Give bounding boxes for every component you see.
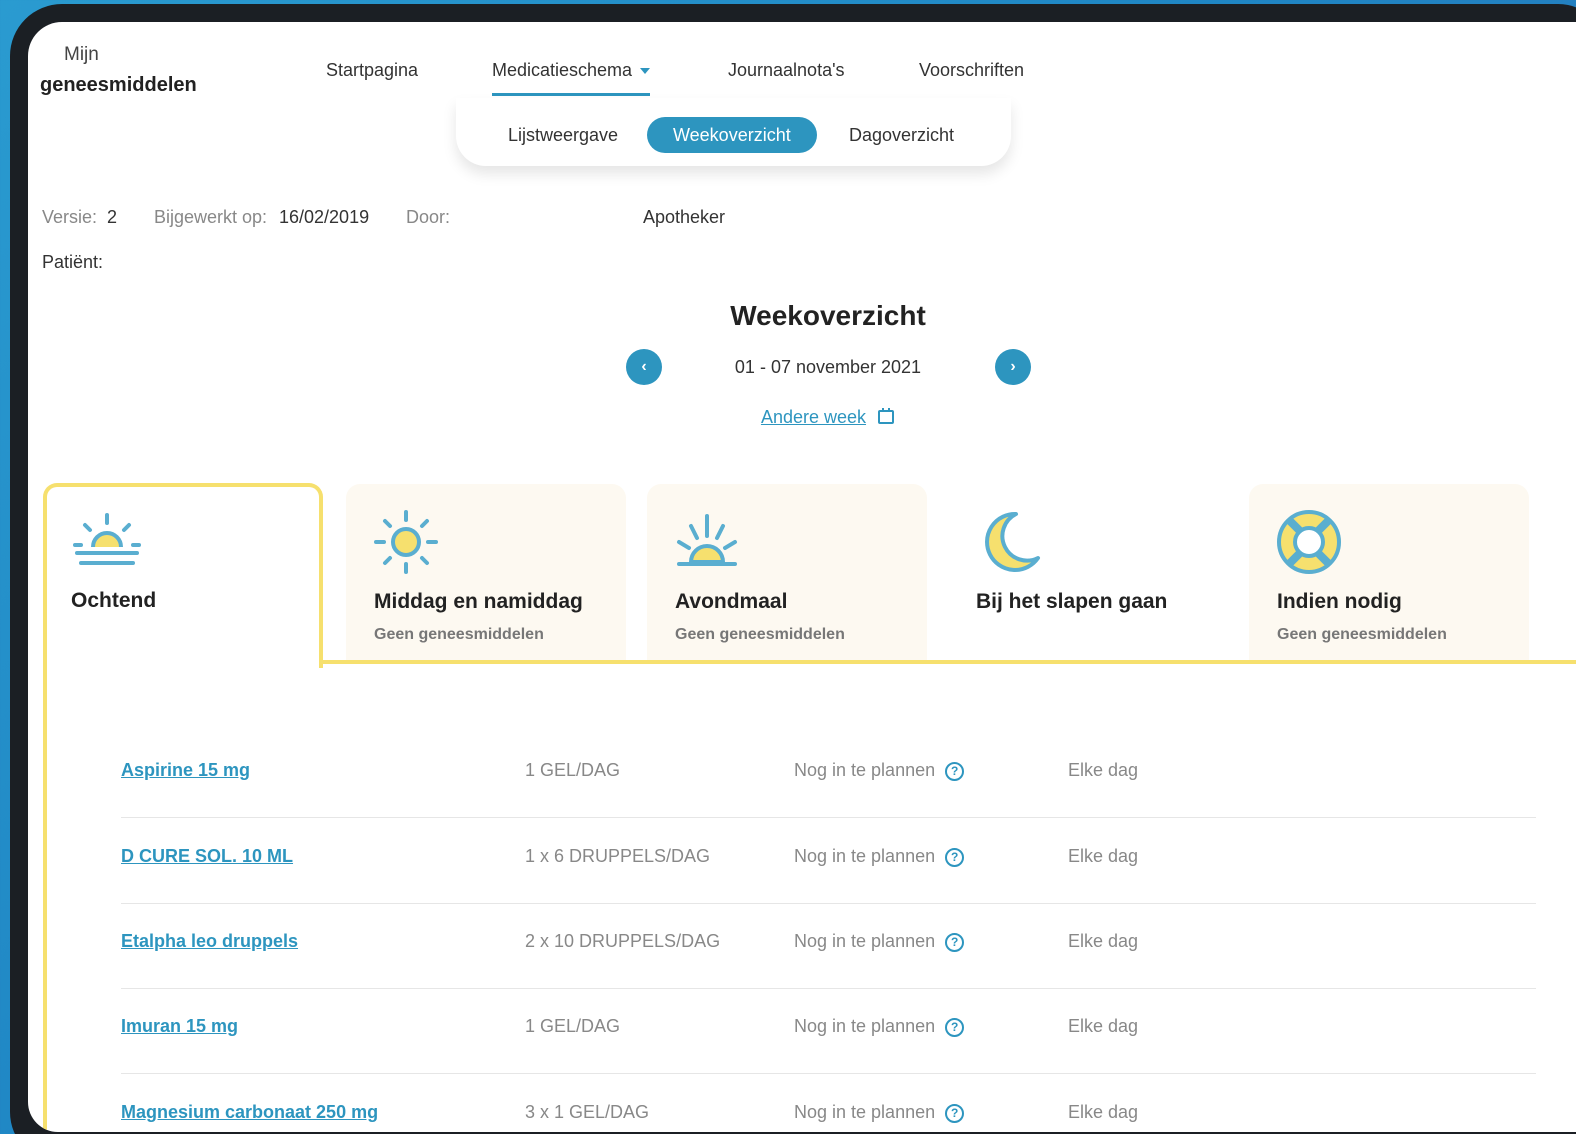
medication-link[interactable]: Magnesium carbonaat 250 mg: [121, 1102, 378, 1123]
help-icon[interactable]: ?: [945, 932, 965, 952]
next-week-button[interactable]: ›: [995, 349, 1031, 385]
medication-plan: Nog in te plannen?: [794, 760, 965, 781]
device-frame: Mijn geneesmiddelen Startpagina Medicati…: [10, 4, 1576, 1134]
sunrise-icon: [71, 513, 143, 567]
medication-plan: Nog in te plannen?: [794, 931, 965, 952]
patient-label: Patiënt:: [42, 252, 104, 272]
updated-label: Bijgewerkt op:: [154, 207, 268, 227]
medication-link[interactable]: Aspirine 15 mg: [121, 760, 250, 781]
author-value: Apotheker: [643, 207, 726, 227]
medication-dose: 3 x 1 GEL/DAG: [525, 1102, 650, 1122]
tab-as-needed-title: Indien nodig: [1277, 590, 1402, 613]
updated-value: 16/02/2019: [279, 207, 370, 227]
tab-panel-border-left: [43, 660, 47, 1132]
medication-link[interactable]: Etalpha leo druppels: [121, 931, 298, 952]
tab-afternoon[interactable]: Middag en namiddag Geen geneesmiddelen: [346, 484, 626, 664]
nav-prescriptions[interactable]: Voorschriften: [919, 60, 1024, 81]
table-row: Magnesium carbonaat 250 mg 3 x 1 GEL/DAG…: [121, 1074, 1536, 1132]
tab-dinner-subtitle: Geen geneesmiddelen: [675, 626, 845, 643]
app-screen: Mijn geneesmiddelen Startpagina Medicati…: [28, 22, 1576, 1132]
nav-home[interactable]: Startpagina: [326, 60, 418, 81]
medication-dose: 1 GEL/DAG: [525, 1016, 621, 1036]
tab-panel-border-top: [320, 660, 1576, 664]
schedule-subnav: Lijstweergave Weekoverzicht Dagoverzicht: [456, 98, 1011, 166]
medication-plan: Nog in te plannen?: [794, 1102, 965, 1123]
medication-dose: 1 GEL/DAG: [525, 760, 621, 780]
chevron-right-icon: ›: [1010, 358, 1016, 375]
calendar-icon[interactable]: [877, 407, 895, 425]
subnav-list-view[interactable]: Lijstweergave: [482, 117, 644, 153]
nav-journal[interactable]: Journaalnota's: [728, 60, 845, 81]
help-icon[interactable]: ?: [945, 761, 965, 781]
medication-link[interactable]: D CURE SOL. 10 ML: [121, 846, 293, 867]
tab-dinner-title: Avondmaal: [675, 590, 788, 613]
tab-afternoon-title: Middag en namiddag: [374, 590, 583, 613]
tab-bedtime[interactable]: Bij het slapen gaan: [948, 484, 1228, 664]
page-title: Weekoverzicht: [730, 300, 926, 331]
medication-plan: Nog in te plannen?: [794, 846, 965, 867]
medication-link[interactable]: Imuran 15 mg: [121, 1016, 238, 1037]
subnav-day-view[interactable]: Dagoverzicht: [823, 117, 980, 153]
medication-frequency: Elke dag: [1068, 1102, 1139, 1122]
help-icon[interactable]: ?: [945, 847, 965, 867]
caret-down-icon: [640, 68, 651, 75]
tab-morning[interactable]: Ochtend: [43, 483, 323, 668]
other-week-row: Andere week: [28, 407, 1576, 428]
version-label: Versie:: [42, 207, 98, 227]
nav-schedule-label: Medicatieschema: [492, 60, 633, 80]
table-row: D CURE SOL. 10 ML 1 x 6 DRUPPELS/DAG Nog…: [121, 818, 1536, 904]
week-range: 01 - 07 november 2021: [734, 357, 922, 377]
sunset-icon: [677, 514, 737, 566]
medication-dose: 2 x 10 DRUPPELS/DAG: [525, 931, 721, 951]
subnav-week-view[interactable]: Weekoverzicht: [647, 117, 817, 153]
author-label: Door:: [406, 207, 451, 227]
nav-schedule[interactable]: Medicatieschema: [492, 60, 651, 96]
medication-plan: Nog in te plannen?: [794, 1016, 965, 1037]
tab-as-needed-subtitle: Geen geneesmiddelen: [1277, 626, 1447, 643]
medication-frequency: Elke dag: [1068, 846, 1139, 866]
lifebuoy-icon: [1277, 510, 1341, 574]
help-icon[interactable]: ?: [945, 1017, 965, 1037]
table-row: Aspirine 15 mg 1 GEL/DAG Nog in te plann…: [121, 732, 1536, 818]
medication-frequency: Elke dag: [1068, 931, 1139, 951]
brand-line-1: Mijn: [64, 44, 99, 65]
sun-icon: [374, 510, 438, 574]
tab-dinner[interactable]: Avondmaal Geen geneesmiddelen: [647, 484, 927, 664]
table-row: Imuran 15 mg 1 GEL/DAG Nog in te plannen…: [121, 988, 1536, 1074]
help-icon[interactable]: ?: [945, 1103, 965, 1123]
brand-line-2: geneesmiddelen: [40, 74, 197, 96]
moon-icon: [985, 511, 1040, 572]
medication-frequency: Elke dag: [1068, 760, 1139, 780]
brand-logo[interactable]: Mijn geneesmiddelen: [40, 44, 197, 97]
medication-dose: 1 x 6 DRUPPELS/DAG: [525, 846, 711, 866]
version-value: 2: [107, 207, 118, 227]
medication-frequency: Elke dag: [1068, 1016, 1139, 1036]
tab-morning-title: Ochtend: [71, 589, 157, 612]
table-row: Etalpha leo druppels 2 x 10 DRUPPELS/DAG…: [121, 903, 1536, 989]
tab-as-needed[interactable]: Indien nodig Geen geneesmiddelen: [1249, 484, 1529, 664]
other-week-link[interactable]: Andere week: [761, 407, 866, 427]
tab-afternoon-subtitle: Geen geneesmiddelen: [374, 626, 544, 643]
tab-bedtime-title: Bij het slapen gaan: [976, 590, 1168, 613]
